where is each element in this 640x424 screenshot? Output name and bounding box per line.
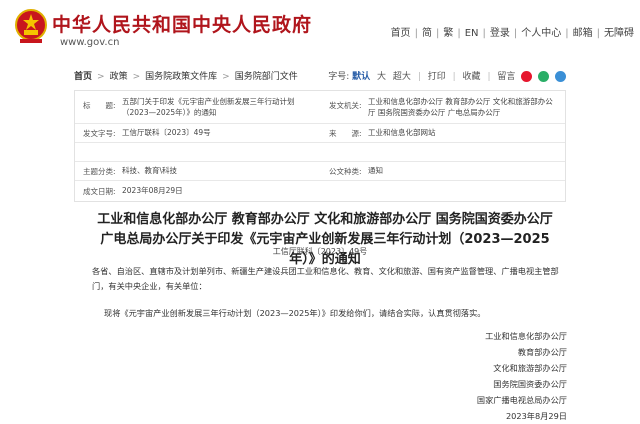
national-emblem-icon[interactable] xyxy=(14,8,48,46)
font-xlarge-button[interactable]: 超大 xyxy=(393,72,411,82)
meta-category-value: 科技、教育\科技 xyxy=(122,166,178,175)
meta-row-date: 成文日期: 2023年08月29日 xyxy=(75,180,565,201)
signer-mct: 文化和旅游部办公厅 xyxy=(493,363,567,373)
meta-issuer-label: 发文机关: xyxy=(329,101,362,110)
meta-row-category: 主题分类: 科技、教育\科技 公文种类: 通知 xyxy=(75,161,565,181)
site-header: 中华人民共和国中央人民政府 www.gov.cn 首页 | 简 | 繁 | EN | 登录 | 个人… xyxy=(0,0,640,62)
meta-category-label: 主题分类: xyxy=(83,167,116,176)
signature-date: 2023年8月29日 xyxy=(505,411,567,421)
meta-issuer-value: 工业和信息化部办公厅 教育部办公厅 文化和旅游部办公厅 国务院国资委办公厅 广电… xyxy=(368,97,553,117)
weibo-icon[interactable] xyxy=(521,71,533,82)
font-default-button[interactable]: 默认 xyxy=(352,72,370,82)
meta-source-value: 工业和信息化部网站 xyxy=(368,128,436,137)
link-mailbox[interactable]: 邮箱 xyxy=(573,28,593,39)
breadcrumb-policy[interactable]: 政策 xyxy=(110,72,128,82)
meta-type-label: 公文种类: xyxy=(329,167,362,176)
breadcrumb-policy-library[interactable]: 国务院政策文件库 xyxy=(145,72,217,82)
meta-row-title: 标 题: 五部门关于印发《元宇宙产业创新发展三年行动计划（2023—2025年）… xyxy=(75,91,565,124)
signer-sasac: 国务院国资委办公厅 xyxy=(493,379,567,389)
meta-row-docno: 发文字号: 工信厅联科〔2023〕49号 来 源: 工业和信息化部网站 xyxy=(75,123,565,143)
link-english[interactable]: EN xyxy=(465,28,479,39)
addressees: 各省、自治区、直辖市及计划单列市、新疆生产建设兵团工业和信息化、教育、文化和旅游… xyxy=(92,266,559,291)
wechat-icon[interactable] xyxy=(538,71,550,82)
font-size-label: 字号: xyxy=(328,72,350,82)
meta-docno-value: 工信厅联科〔2023〕49号 xyxy=(122,128,211,137)
meta-date-value: 2023年08月29日 xyxy=(122,186,183,195)
top-links: 首页 | 简 | 繁 | EN | 登录 | 个人中心 | 邮箱 | 无障碍 xyxy=(390,28,634,39)
document-metadata-table: 标 题: 五部门关于印发《元宇宙产业创新发展三年行动计划（2023—2025年）… xyxy=(74,90,566,202)
signer-miit: 工业和信息化部办公厅 xyxy=(485,331,567,341)
link-home[interactable]: 首页 xyxy=(391,28,411,39)
document-title: 工业和信息化部办公厅 教育部办公厅 文化和旅游部办公厅 国务院国资委办公厅 广电… xyxy=(97,212,553,267)
meta-docno-label: 发文字号: xyxy=(83,129,116,138)
site-url: www.gov.cn xyxy=(60,37,120,48)
site-title[interactable]: 中华人民共和国中央人民政府 xyxy=(52,10,312,37)
signer-nrta: 国家广播电视总局办公厅 xyxy=(476,395,567,405)
meta-title-label: 标 题: xyxy=(83,101,116,110)
meta-type-value: 通知 xyxy=(368,166,383,175)
link-login[interactable]: 登录 xyxy=(490,28,510,39)
breadcrumb-department-docs[interactable]: 国务院部门文件 xyxy=(235,72,298,82)
meta-source-label: 来 源: xyxy=(329,129,362,138)
breadcrumb: 首页 > 政策 > 国务院政策文件库 > 国务院部门文件 xyxy=(74,72,298,82)
meta-title-value: 五部门关于印发《元宇宙产业创新发展三年行动计划（2023—2025年）》的通知 xyxy=(122,97,295,117)
signer-moe: 教育部办公厅 xyxy=(517,347,567,357)
favorite-button[interactable]: 收藏 xyxy=(463,72,481,82)
breadcrumb-home[interactable]: 首页 xyxy=(74,72,92,82)
document-number: 工信厅联科〔2023〕49号 xyxy=(272,247,368,256)
meta-date-label: 成文日期: xyxy=(83,187,116,196)
link-personal-center[interactable]: 个人中心 xyxy=(521,28,561,39)
print-button[interactable]: 打印 xyxy=(428,72,446,82)
leave-button[interactable]: 留言 xyxy=(497,72,515,82)
page-tools: 字号: 默认 大 超大 | 打印 | 收藏 | 留言 xyxy=(328,69,566,82)
link-traditional[interactable]: 繁 xyxy=(443,28,453,39)
body-paragraph: 现将《元宇宙产业创新发展三年行动计划（2023—2025年）》印发给你们，请结合… xyxy=(104,308,486,318)
signature-block: 工业和信息化部办公厅 教育部办公厅 文化和旅游部办公厅 国务院国资委办公厅 国家… xyxy=(477,328,567,424)
breadcrumb-bar: 首页 > 政策 > 国务院政策文件库 > 国务院部门文件 字号: 默认 大 超大 | 打印 … xyxy=(74,66,566,84)
link-simplified[interactable]: 简 xyxy=(422,28,432,39)
link-accessibility[interactable]: 无障碍 xyxy=(604,28,634,39)
qq-icon[interactable] xyxy=(555,71,566,82)
font-large-button[interactable]: 大 xyxy=(377,72,386,82)
meta-row-spacer xyxy=(75,142,565,162)
